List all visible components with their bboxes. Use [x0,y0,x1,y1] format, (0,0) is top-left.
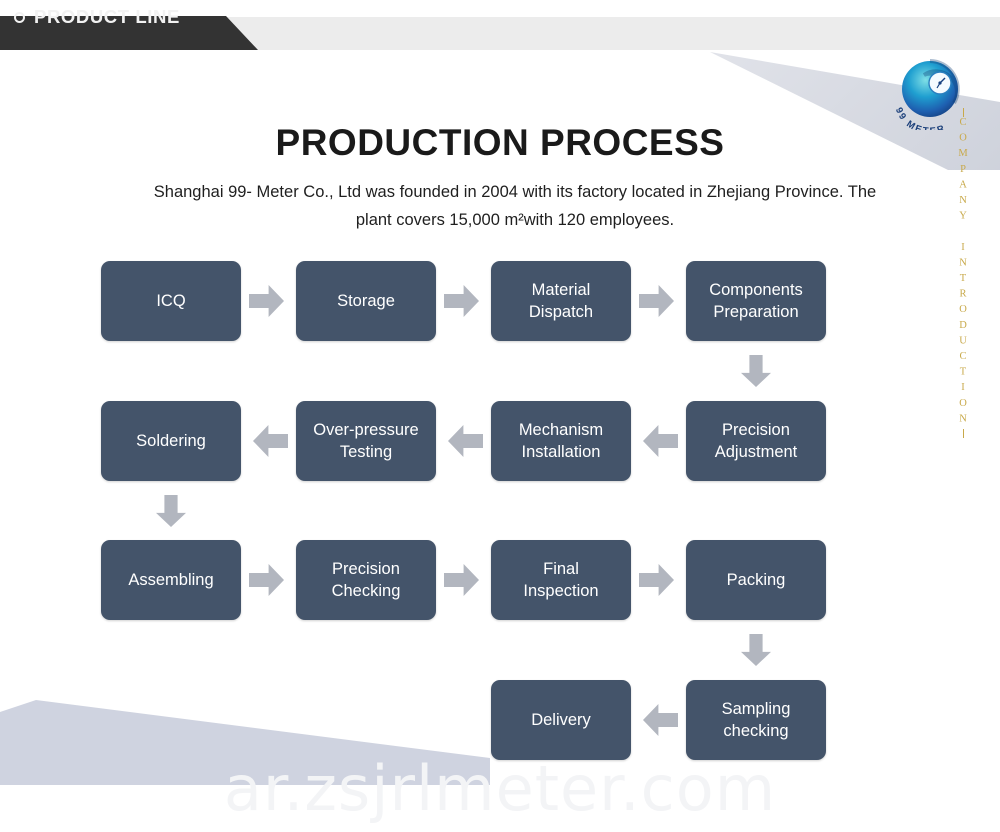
flow-box-packing[interactable]: Packing [686,540,826,620]
flow-box-delivery[interactable]: Delivery [491,680,631,760]
flow-box-icq[interactable]: ICQ [101,261,241,341]
ring-icon [14,11,25,23]
arrow-down-packing-to-sampling-checking [741,634,771,666]
arrow-right-material-dispatch-to-components-preparation [639,285,674,317]
arrow-left-over-pressure-testing-to-soldering [253,425,288,457]
flow-box-components-preparation[interactable]: Components Preparation [686,261,826,341]
arrow-down-components-preparation-to-precision-adjustment [741,355,771,387]
rail-line-top [962,108,964,117]
arrow-right-precision-checking-to-final-inspection [444,564,479,596]
arrow-left-precision-adjustment-to-mechanism-installation [643,425,678,457]
arrow-left-mechanism-installation-to-over-pressure-testing [448,425,483,457]
arrow-right-icq-to-storage [249,285,284,317]
page-title: PRODUCTION PROCESS [275,122,725,163]
flow-box-material-dispatch[interactable]: Material Dispatch [491,261,631,341]
flow-box-final-inspection[interactable]: Final Inspection [491,540,631,620]
page-subtitle: Shanghai 99- Meter Co., Ltd was founded … [153,183,877,229]
rail-line-bottom [962,429,964,438]
flow-box-over-pressure-testing[interactable]: Over-pressure Testing [296,401,436,481]
page-root: PRODUCT LINE 99 METER [0,0,1000,832]
product-line-tab-content: PRODUCT LINE [14,0,180,34]
flow-box-assembling[interactable]: Assembling [101,540,241,620]
decorative-wedge-bottom-left [0,700,490,785]
flow-box-mechanism-installation[interactable]: Mechanism Installation [491,401,631,481]
product-line-label: PRODUCT LINE [34,6,180,27]
arrow-right-assembling-to-precision-checking [249,564,284,596]
arrow-right-final-inspection-to-packing [639,564,674,596]
flow-box-precision-adjustment[interactable]: Precision Adjustment [686,401,826,481]
arrow-left-sampling-checking-to-delivery [643,704,678,736]
flow-box-sampling-checking[interactable]: Sampling checking [686,680,826,760]
flow-box-soldering[interactable]: Soldering [101,401,241,481]
arrow-down-soldering-to-assembling [156,495,186,527]
flow-box-precision-checking[interactable]: Precision Checking [296,540,436,620]
flow-box-storage[interactable]: Storage [296,261,436,341]
arrow-right-storage-to-material-dispatch [444,285,479,317]
